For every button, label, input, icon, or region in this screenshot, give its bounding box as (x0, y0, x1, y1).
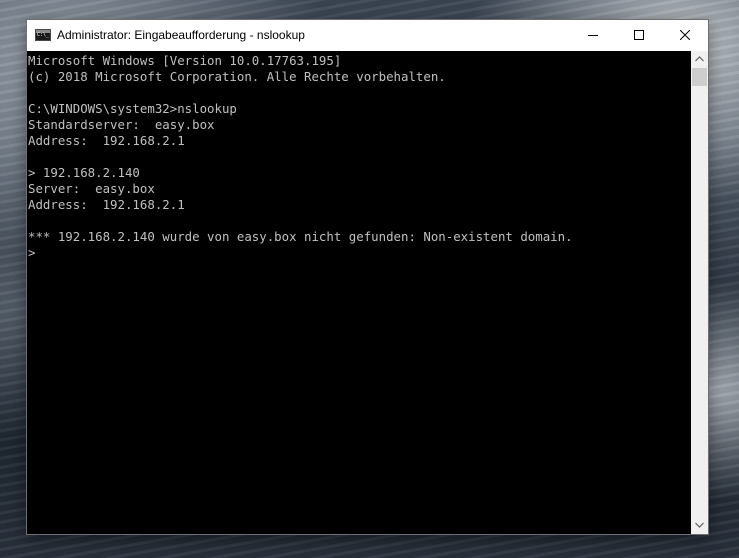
window-title: Administrator: Eingabeaufforderung - nsl… (57, 28, 305, 42)
console-line: Address: 192.168.2.1 (28, 197, 185, 212)
scroll-thumb[interactable] (692, 68, 707, 86)
console-line: *** 192.168.2.140 wurde von easy.box nic… (28, 229, 573, 244)
close-icon (680, 30, 690, 40)
console-line: > 192.168.2.140 (28, 165, 140, 180)
scroll-up-arrow-icon (695, 56, 704, 62)
command-prompt-window[interactable]: Administrator: Eingabeaufforderung - nsl… (26, 19, 709, 535)
minimize-button[interactable] (570, 20, 616, 51)
minimize-icon (588, 35, 598, 36)
scroll-down-arrow-icon (695, 522, 704, 528)
close-button[interactable] (662, 20, 708, 51)
console-line: (c) 2018 Microsoft Corporation. Alle Rec… (28, 69, 446, 84)
command-prompt-icon[interactable] (35, 29, 51, 41)
title-bar[interactable]: Administrator: Eingabeaufforderung - nsl… (27, 20, 708, 51)
console-line: Address: 192.168.2.1 (28, 133, 185, 148)
scroll-down-button[interactable] (691, 517, 708, 534)
console-line: Microsoft Windows [Version 10.0.17763.19… (28, 53, 342, 68)
scroll-up-button[interactable] (691, 51, 708, 68)
maximize-icon (634, 30, 644, 40)
console-line: Server: easy.box (28, 181, 155, 196)
vertical-scrollbar[interactable] (691, 51, 708, 534)
console-line: C:\WINDOWS\system32>nslookup (28, 101, 237, 116)
console-prompt-line[interactable]: > (28, 245, 35, 261)
maximize-button[interactable] (616, 20, 662, 51)
console-output[interactable]: Microsoft Windows [Version 10.0.17763.19… (27, 51, 691, 534)
console-line: Standardserver: easy.box (28, 117, 215, 132)
